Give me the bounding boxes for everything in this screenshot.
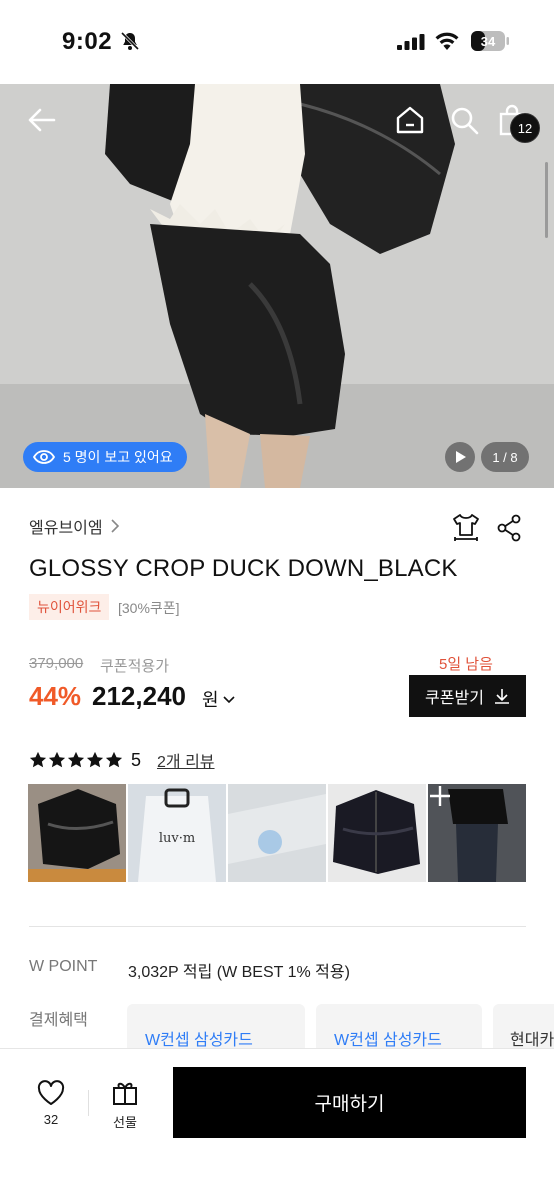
discount-rate: 44% — [29, 681, 82, 711]
wpoint-value: 3,032P 적립 (W BEST 1% 적용) — [128, 964, 350, 981]
card-benefit-chip[interactable]: W컨셉 삼성카드 — [127, 1004, 305, 1054]
play-icon — [456, 451, 466, 463]
review-thumbnail[interactable] — [28, 784, 126, 882]
download-icon — [494, 689, 509, 704]
review-thumbnail[interactable] — [228, 784, 326, 882]
price-note: 쿠폰적용가 — [100, 658, 170, 675]
like-count: 32 — [43, 1112, 59, 1127]
heart-icon — [37, 1080, 65, 1105]
payment-benefit-label: 결제혜택 — [29, 1012, 88, 1029]
back-arrow-icon[interactable] — [26, 104, 58, 136]
section-divider — [29, 926, 526, 927]
review-thumbnails: luv·m — [28, 784, 526, 882]
gift-label: 선물 — [113, 1115, 137, 1130]
viewers-badge: 5 명이 보고 있어요 — [23, 442, 187, 472]
review-thumbnail[interactable]: luv·m — [128, 784, 226, 882]
like-button[interactable]: 32 — [30, 1080, 72, 1127]
battery-level: 34 — [481, 34, 496, 49]
star-icon — [29, 751, 47, 768]
gift-icon — [113, 1082, 137, 1105]
star-icon — [48, 751, 66, 768]
rating-score: 5 — [131, 749, 142, 770]
product-title: GLOSSY CROP DUCK DOWN_BLACK — [29, 555, 458, 582]
brand-name: 엘유브이엠 — [29, 520, 103, 537]
eye-icon — [33, 450, 55, 464]
currency-label: 원 — [202, 690, 219, 710]
brand-link[interactable]: 엘유브이엠 — [29, 514, 121, 538]
chevron-down-icon — [222, 696, 235, 704]
card-benefit-chip[interactable]: W컨셉 삼성카드 — [316, 1004, 482, 1054]
get-coupon-button[interactable]: 쿠폰받기 — [409, 675, 526, 717]
bell-off-icon — [120, 31, 140, 51]
bottom-bar-separator — [88, 1090, 89, 1116]
review-thumbnail[interactable] — [328, 784, 426, 882]
status-time: 9:02 — [62, 28, 113, 55]
wifi-icon — [435, 32, 459, 50]
chevron-right-icon — [111, 519, 119, 533]
star-icon — [86, 751, 104, 768]
star-rating — [29, 751, 123, 769]
rating-row: 5 2개 리뷰 — [29, 748, 215, 772]
signal-icon — [397, 34, 425, 50]
event-tag: 뉴이어위크 — [29, 594, 110, 620]
home-icon[interactable] — [394, 104, 426, 136]
gift-button[interactable]: 선물 — [104, 1080, 146, 1131]
status-bar: 9:02 34 — [0, 0, 554, 84]
fit-guide-icon[interactable] — [451, 512, 481, 542]
share-icon[interactable] — [496, 514, 522, 542]
buy-button[interactable]: 구매하기 — [173, 1067, 526, 1138]
scroll-indicator — [545, 162, 548, 238]
viewers-text: 5 명이 보고 있어요 — [63, 449, 173, 465]
svg-text:luv·m: luv·m — [159, 831, 195, 846]
original-price: 379,000 — [29, 655, 84, 672]
play-video-button[interactable] — [445, 442, 475, 472]
plus-icon — [430, 786, 450, 806]
review-count-link[interactable]: 2개 리뷰 — [157, 748, 215, 772]
wpoint-label: W POINT — [29, 958, 98, 975]
cart-count-badge: 12 — [510, 113, 540, 143]
more-reviews-overlay — [428, 784, 526, 882]
card-benefit-chip[interactable]: 현대카 — [493, 1004, 554, 1054]
product-image-gallery[interactable] — [0, 84, 554, 488]
review-thumbnail-more[interactable] — [428, 784, 526, 882]
star-icon — [105, 751, 123, 768]
product-photo — [0, 84, 554, 488]
battery-icon: 34 — [470, 30, 510, 52]
image-counter: 1 / 8 — [481, 442, 529, 472]
days-left-text: 5일 남음 — [439, 656, 493, 673]
star-icon — [67, 751, 85, 768]
price-detail-toggle[interactable]: 원 — [202, 686, 235, 712]
search-icon[interactable] — [448, 104, 480, 136]
coupon-tag: [30%쿠폰] — [118, 600, 180, 616]
coupon-button-label: 쿠폰받기 — [425, 690, 484, 707]
sale-price: 212,240 — [92, 681, 186, 711]
